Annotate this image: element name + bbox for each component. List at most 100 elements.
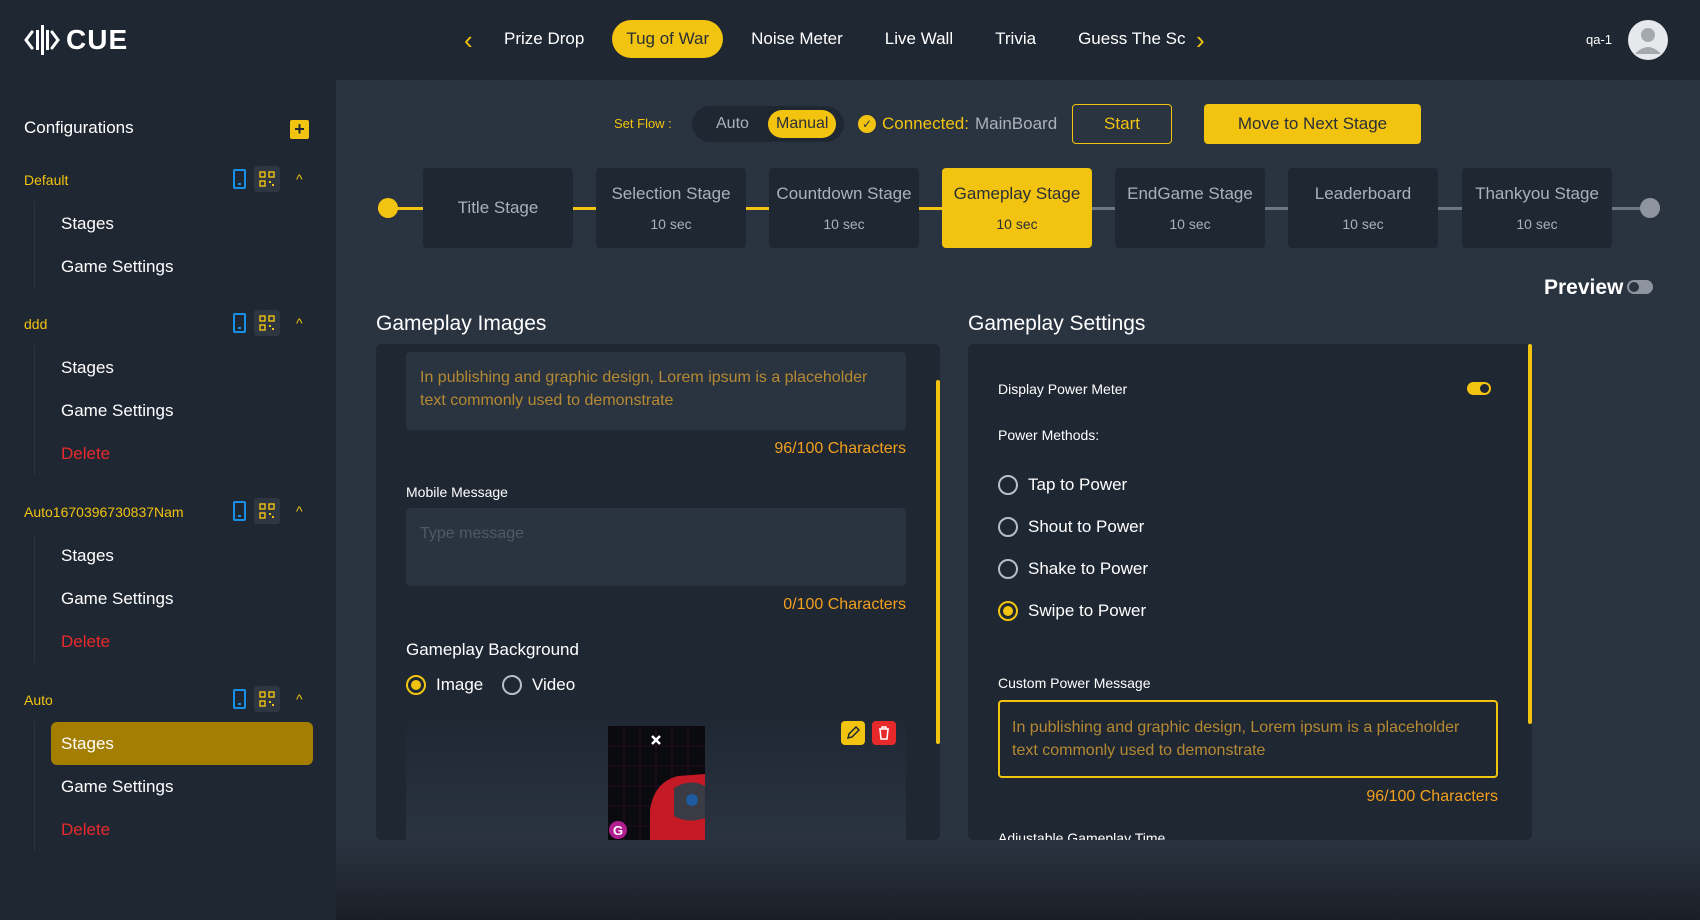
stage-card-gameplay[interactable]: Gameplay Stage 10 sec <box>942 168 1092 248</box>
qr-code-icon[interactable] <box>254 310 280 336</box>
config-name[interactable]: Auto1670396730837Nam <box>24 504 184 520</box>
sidebar-item-delete[interactable]: Delete <box>35 808 299 851</box>
chevron-up-icon[interactable]: ^ <box>296 692 310 706</box>
background-label: Gameplay Background <box>406 640 579 659</box>
sidebar-item-game-settings[interactable]: Game Settings <box>35 577 299 620</box>
tabs-prev-arrow-icon[interactable]: ‹ <box>464 26 484 54</box>
qr-code-icon[interactable] <box>254 498 280 524</box>
adjustable-time-label: Adjustable Gameplay Time <box>998 830 1166 840</box>
background-image-radio[interactable]: Image <box>406 675 483 695</box>
mobile-preview-icon[interactable] <box>233 501 246 521</box>
tab-trivia[interactable]: Trivia <box>981 20 1050 58</box>
config-name[interactable]: ddd <box>24 316 47 332</box>
config-items: Stages Game Settings <box>34 202 299 288</box>
sidebar-item-stages[interactable]: Stages <box>35 346 299 389</box>
stage-title: Leaderboard <box>1314 184 1412 203</box>
avatar[interactable] <box>1628 20 1668 60</box>
mobile-message-input[interactable]: Type message <box>406 508 906 586</box>
flow-auto-option[interactable]: Auto <box>708 110 757 138</box>
settings-scrollbar[interactable] <box>1528 344 1532 724</box>
logo-text: CUE <box>66 24 129 55</box>
stage-time: 10 sec <box>823 216 865 232</box>
power-method-radio[interactable]: Shout to Power <box>998 517 1144 537</box>
flow-manual-option[interactable]: Manual <box>768 110 837 138</box>
tab-guess-the-sc[interactable]: Guess The Sc <box>1064 20 1199 58</box>
gameplay-settings-title: Gameplay Settings <box>968 312 1146 335</box>
tab-noise-meter[interactable]: Noise Meter <box>737 20 857 58</box>
pencil-icon <box>846 726 860 740</box>
power-method-radio[interactable]: Tap to Power <box>998 475 1127 495</box>
start-button[interactable]: Start <box>1072 104 1172 144</box>
sidebar-item-game-settings[interactable]: Game Settings <box>35 765 299 808</box>
add-configuration-button[interactable]: + <box>290 120 309 139</box>
sidebar-item-stages[interactable]: Stages <box>35 202 299 245</box>
preview-toggle[interactable] <box>1627 280 1653 294</box>
radio-label: Shake to Power <box>1028 559 1149 578</box>
radio-unselected-icon <box>998 559 1018 579</box>
chevron-up-icon[interactable]: ^ <box>296 504 310 518</box>
radio-label: Tap to Power <box>1028 475 1128 494</box>
stage-title: Countdown Stage <box>776 184 912 203</box>
svg-text:G: G <box>613 823 623 838</box>
flow-toggle: Auto Manual <box>692 106 844 142</box>
radio-unselected-icon <box>998 517 1018 537</box>
set-flow-label: Set Flow : <box>614 116 672 131</box>
edit-image-button[interactable] <box>841 721 865 745</box>
stage-card-thankyou[interactable]: Thankyou Stage 10 sec <box>1462 168 1612 248</box>
stage-card-leaderboard[interactable]: Leaderboard 10 sec <box>1288 168 1438 248</box>
stage-time: 10 sec <box>650 216 692 232</box>
logo[interactable]: CUE <box>24 22 128 58</box>
qr-code-icon[interactable] <box>254 166 280 192</box>
stage-title: Selection Stage <box>611 184 731 203</box>
stage-card-selection[interactable]: Selection Stage 10 sec <box>596 168 746 248</box>
sidebar-item-game-settings[interactable]: Game Settings <box>35 389 299 432</box>
config-name[interactable]: Auto <box>24 692 53 708</box>
next-stage-button[interactable]: Move to Next Stage <box>1204 104 1421 144</box>
custom-message-textarea[interactable]: In publishing and graphic design, Lorem … <box>998 700 1498 778</box>
stage-card-countdown[interactable]: Countdown Stage 10 sec <box>769 168 919 248</box>
background-video-radio[interactable]: Video <box>502 675 575 695</box>
qr-code-icon[interactable] <box>254 686 280 712</box>
connection-status: ✓ Connected: MainBoard <box>858 114 1057 134</box>
config-items: Stages Game Settings Delete <box>34 346 299 475</box>
check-circle-icon: ✓ <box>858 115 876 133</box>
mobile-message-label: Mobile Message <box>406 484 508 500</box>
stage-time: 10 sec <box>1342 216 1384 232</box>
sidebar-item-stages[interactable]: Stages <box>51 722 313 765</box>
delete-image-button[interactable] <box>872 721 896 745</box>
config-items: Stages Game Settings Delete <box>34 534 299 663</box>
tab-live-wall[interactable]: Live Wall <box>871 20 967 58</box>
config-name[interactable]: Default <box>24 172 68 188</box>
tab-tug-of-war[interactable]: Tug of War <box>612 20 724 58</box>
tabs-next-arrow-icon[interactable]: › <box>1196 26 1216 54</box>
config-icons: ^ <box>233 166 310 192</box>
pipeline-start-dot <box>378 198 398 218</box>
user-icon <box>1635 28 1661 54</box>
mobile-preview-icon[interactable] <box>233 169 246 189</box>
images-scrollbar[interactable] <box>936 380 940 744</box>
chevron-up-icon[interactable]: ^ <box>296 316 310 330</box>
stage-card-endgame[interactable]: EndGame Stage 10 sec <box>1115 168 1265 248</box>
power-method-radio[interactable]: Shake to Power <box>998 559 1148 579</box>
tab-prize-drop[interactable]: Prize Drop <box>490 20 598 58</box>
mobile-preview-icon[interactable] <box>233 313 246 333</box>
sidebar-item-delete[interactable]: Delete <box>35 432 299 475</box>
sidebar-item-game-settings[interactable]: Game Settings <box>35 245 299 288</box>
message-char-count: 96/100 Characters <box>774 440 906 457</box>
custom-message-label: Custom Power Message <box>998 675 1151 691</box>
stage-time: 10 sec <box>996 216 1038 232</box>
sidebar-item-stages[interactable]: Stages <box>35 534 299 577</box>
bottom-fade <box>336 840 1700 920</box>
message-textarea[interactable]: In publishing and graphic design, Lorem … <box>406 352 906 430</box>
sidebar-item-delete[interactable]: Delete <box>35 620 299 663</box>
config-icons: ^ <box>233 498 310 524</box>
game-tabs: Prize Drop Tug of War Noise Meter Live W… <box>490 20 1199 58</box>
stage-card-title[interactable]: Title Stage <box>423 168 573 248</box>
mobile-char-count: 0/100 Characters <box>783 596 906 613</box>
power-meter-toggle[interactable] <box>1467 382 1491 395</box>
config-items: Stages Game Settings Delete <box>34 722 313 851</box>
mobile-preview-icon[interactable] <box>233 689 246 709</box>
power-method-radio[interactable]: Swipe to Power <box>998 601 1146 621</box>
radio-label: Shout to Power <box>1028 517 1145 536</box>
chevron-up-icon[interactable]: ^ <box>296 172 310 186</box>
